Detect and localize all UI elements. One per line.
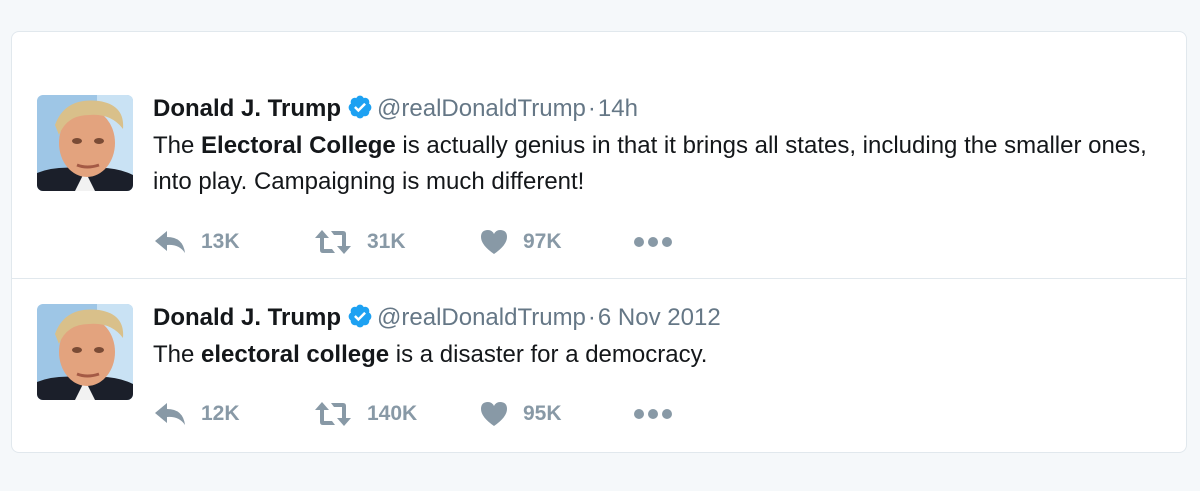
more-button[interactable]: [633, 394, 673, 434]
more-dots-icon: [634, 237, 672, 247]
author-handle[interactable]: @realDonaldTrump: [377, 304, 586, 331]
retweet-button[interactable]: 140K: [313, 394, 417, 434]
reply-icon: [155, 231, 185, 253]
tweet-thread-card: Donald J. Trump @realDonaldTrump·14h The …: [11, 31, 1187, 453]
separator-dot: ·: [587, 304, 596, 331]
tweet-header: Donald J. Trump @realDonaldTrump·14h: [153, 92, 638, 126]
retweet-count: 140K: [367, 402, 418, 425]
verified-badge-icon: [348, 304, 372, 328]
tweet-text-part: is a disaster for a democracy.: [389, 341, 708, 368]
tweet-text-bold: electoral college: [201, 341, 390, 368]
heart-icon: [481, 402, 507, 426]
tweet-text-part: The: [153, 132, 202, 159]
tweet-header: Donald J. Trump @realDonaldTrump·6 Nov 20…: [153, 301, 721, 335]
more-dots-icon: [634, 409, 672, 419]
retweet-count: 31K: [367, 230, 406, 253]
tweet-text-bold: Electoral College: [201, 132, 396, 159]
reply-count: 12K: [201, 402, 240, 425]
retweet-button[interactable]: 31K: [313, 222, 406, 262]
retweet-icon: [315, 402, 351, 426]
author-handle[interactable]: @realDonaldTrump: [377, 95, 586, 122]
reply-icon: [155, 403, 185, 425]
author-name[interactable]: Donald J. Trump: [153, 95, 341, 122]
separator-dot: ·: [587, 95, 596, 122]
tweet-text: The electoral college is a disaster for …: [153, 337, 1163, 373]
heart-icon: [481, 230, 507, 254]
like-count: 95K: [523, 402, 562, 425]
tweet-text-part: The: [153, 341, 202, 368]
tweet-text: The Electoral College is actually genius…: [153, 128, 1163, 200]
retweet-icon: [315, 230, 351, 254]
tweet[interactable]: Donald J. Trump @realDonaldTrump·6 Nov 20…: [12, 279, 1186, 452]
tweet-actions: 13K 31K 97K: [153, 222, 753, 262]
avatar[interactable]: [37, 95, 133, 191]
reply-button[interactable]: 12K: [153, 394, 240, 434]
reply-count: 13K: [201, 230, 240, 253]
tweet-actions: 12K 140K 95K: [153, 394, 753, 434]
avatar[interactable]: [37, 304, 133, 400]
tweet-timestamp[interactable]: 6 Nov 2012: [598, 304, 721, 331]
like-count: 97K: [523, 230, 562, 253]
tweet[interactable]: Donald J. Trump @realDonaldTrump·14h The …: [12, 32, 1186, 279]
more-button[interactable]: [633, 222, 673, 262]
like-button[interactable]: 95K: [479, 394, 562, 434]
reply-button[interactable]: 13K: [153, 222, 240, 262]
tweet-timestamp[interactable]: 14h: [598, 95, 638, 122]
verified-badge-icon: [348, 95, 372, 119]
like-button[interactable]: 97K: [479, 222, 562, 262]
author-name[interactable]: Donald J. Trump: [153, 304, 341, 331]
